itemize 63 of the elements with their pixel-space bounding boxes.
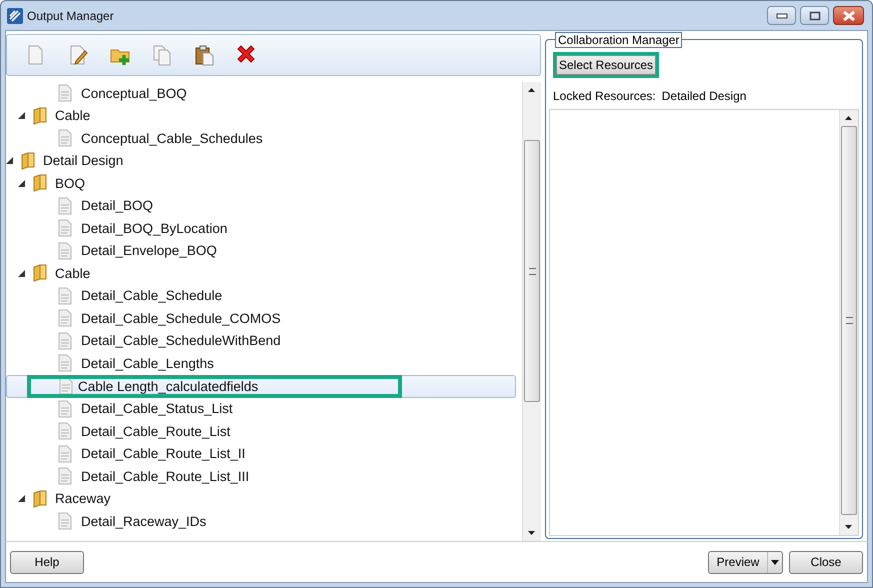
minimize-button[interactable] bbox=[767, 6, 796, 25]
document-icon bbox=[58, 422, 72, 440]
minimize-icon bbox=[776, 12, 788, 18]
folder-label[interactable]: Cable bbox=[52, 107, 94, 124]
maximize-button[interactable] bbox=[800, 6, 829, 25]
select-resources-button[interactable]: Select Resources bbox=[553, 52, 660, 78]
document-icon bbox=[58, 467, 72, 486]
expanded-triangle-icon[interactable] bbox=[6, 157, 13, 164]
document-icon bbox=[58, 242, 72, 260]
document-icon bbox=[58, 129, 72, 148]
app-icon bbox=[7, 8, 23, 24]
folder-label[interactable]: BOQ bbox=[52, 174, 88, 192]
close-icon bbox=[842, 10, 856, 20]
group-title: Collaboration Manager bbox=[555, 32, 682, 48]
folder-icon bbox=[20, 152, 36, 170]
document-icon bbox=[58, 309, 72, 328]
document-icon bbox=[58, 354, 72, 372]
document-icon bbox=[58, 332, 72, 350]
document-icon bbox=[58, 512, 72, 530]
document-icon bbox=[59, 377, 73, 395]
close-button[interactable] bbox=[833, 6, 864, 25]
caret-icon bbox=[771, 560, 779, 564]
folder-icon bbox=[32, 174, 48, 192]
folder-icon bbox=[32, 264, 48, 282]
document-icon bbox=[58, 400, 72, 418]
report-item[interactable]: Conceptual_Cable_Schedules bbox=[78, 130, 266, 147]
report-item[interactable]: Detail_BOQ_ByLocation bbox=[78, 220, 230, 237]
preview-button[interactable]: Preview bbox=[708, 550, 783, 574]
folder-label[interactable]: Cable bbox=[52, 264, 94, 282]
maximize-icon bbox=[808, 10, 820, 20]
report-item[interactable]: Conceptual_BOQ bbox=[78, 84, 190, 102]
report-item[interactable]: Detail_Cable_Lengths bbox=[78, 354, 217, 372]
close-button[interactable]: Close bbox=[789, 550, 863, 574]
folder-icon bbox=[32, 490, 48, 508]
report-item[interactable]: Detail_BOQ bbox=[78, 197, 156, 214]
scrollbar[interactable] bbox=[522, 82, 541, 541]
report-item[interactable]: Detail_Raceway_IDs bbox=[78, 512, 210, 530]
document-icon bbox=[58, 219, 72, 238]
expanded-triangle-icon[interactable] bbox=[18, 180, 25, 187]
folder-label[interactable]: Detail Design bbox=[40, 152, 126, 170]
expanded-triangle-icon[interactable] bbox=[18, 112, 25, 120]
report-item[interactable]: Detail_Cable_Route_List_III bbox=[78, 468, 252, 485]
report-item[interactable]: Detail_Cable_Route_List bbox=[78, 422, 234, 440]
folder-label[interactable]: Raceway bbox=[52, 490, 114, 508]
report-item[interactable]: Detail_Cable_Status_List bbox=[78, 400, 236, 418]
report-item[interactable]: Detail_Envelope_BOQ bbox=[78, 242, 220, 260]
scrollbar[interactable] bbox=[839, 110, 858, 535]
document-icon bbox=[58, 286, 72, 305]
locked-label: Locked Resources: bbox=[553, 89, 656, 103]
expanded-triangle-icon[interactable] bbox=[18, 270, 25, 277]
document-icon bbox=[58, 196, 72, 215]
document-icon bbox=[58, 84, 72, 102]
expanded-triangle-icon[interactable] bbox=[18, 495, 25, 502]
report-item[interactable]: Detail_Cable_Schedule bbox=[78, 287, 226, 304]
report-item[interactable]: Detail_Cable_Schedule_COMOS bbox=[78, 310, 284, 327]
report-item[interactable]: Detail_Cable_Route_List_II bbox=[78, 445, 248, 462]
document-icon bbox=[58, 444, 72, 463]
window-title: Output Manager bbox=[27, 8, 114, 22]
report-item[interactable]: Cable Length_calculatedfields bbox=[27, 374, 402, 398]
report-item[interactable]: Detail_Cable_ScheduleWithBend bbox=[78, 332, 284, 350]
folder-icon bbox=[32, 106, 48, 125]
help-button[interactable]: Help bbox=[10, 550, 84, 574]
locked-value: Detailed Design bbox=[662, 89, 746, 103]
